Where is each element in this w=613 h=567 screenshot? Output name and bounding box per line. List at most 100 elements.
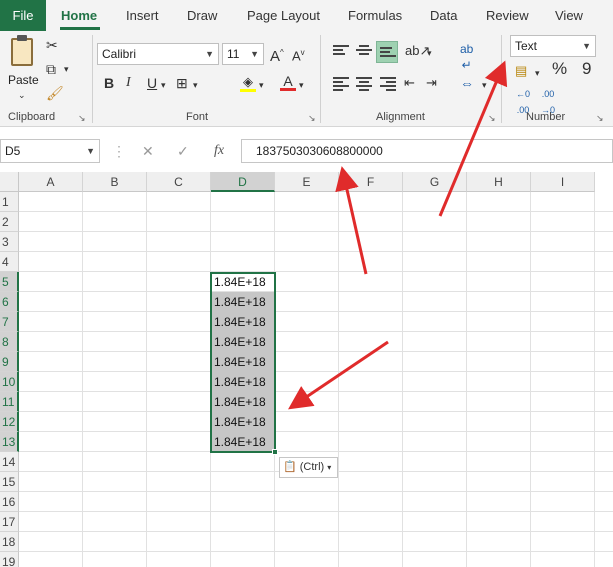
row-header-1[interactable]: 1 <box>0 192 19 212</box>
decrease-indent-icon[interactable]: ⇤ <box>404 75 415 91</box>
font-launcher-icon[interactable]: ↘ <box>308 113 316 124</box>
middle-align-icon[interactable] <box>356 45 372 59</box>
font-color-icon[interactable]: A <box>280 73 296 91</box>
formula-input[interactable]: 1837503030608800000 <box>241 139 613 163</box>
align-center-icon[interactable] <box>356 77 372 91</box>
borders-dropdown-icon[interactable]: ▾ <box>193 77 198 93</box>
column-header-f[interactable]: F <box>339 172 403 192</box>
row-header-3[interactable]: 3 <box>0 232 19 252</box>
number-format-value: Text <box>515 39 538 53</box>
cell-d6[interactable]: 1.84E+18 <box>211 292 275 312</box>
font-size-value: 11 <box>227 47 240 61</box>
row-header-19[interactable]: 19 <box>0 552 19 567</box>
paste-options-button[interactable]: 📋 (Ctrl) ▾ <box>279 457 338 478</box>
column-header-d[interactable]: D <box>211 172 275 192</box>
italic-button[interactable]: I <box>126 75 131 91</box>
row-header-12[interactable]: 12 <box>0 412 19 432</box>
increase-indent-icon[interactable]: ⇥ <box>426 75 437 91</box>
bold-button[interactable]: B <box>104 75 114 91</box>
worksheet-grid[interactable]: ABCDEFGHI 1 2 3 4 5 6 7 8 9 10 11 12 13 14 15 16 17 18 19 … <box>0 172 613 567</box>
wrap-text-icon[interactable]: ab ↵ <box>460 41 473 73</box>
cell-d12[interactable]: 1.84E+18 <box>211 412 275 432</box>
paste-dropdown-icon[interactable]: ⌄ <box>18 87 26 103</box>
insert-function-button[interactable]: fx <box>214 139 224 163</box>
merge-dropdown-icon[interactable]: ▾ <box>482 77 487 93</box>
row-header-14[interactable]: 14 <box>0 452 19 472</box>
font-color-dropdown-icon[interactable]: ▾ <box>299 77 304 93</box>
ribbon-tab-bar: File Home Insert Draw Page Layout Formul… <box>0 0 613 31</box>
align-left-icon[interactable] <box>333 77 349 91</box>
column-header-h[interactable]: H <box>467 172 531 192</box>
fill-color-icon[interactable]: ◈ <box>240 73 256 92</box>
row-header-10[interactable]: 10 <box>0 372 19 392</box>
orientation-dropdown-icon[interactable]: ▾ <box>427 45 432 61</box>
tab-file[interactable]: File <box>0 0 46 31</box>
cell-d7[interactable]: 1.84E+18 <box>211 312 275 332</box>
cut-icon[interactable]: ✂ <box>46 37 58 53</box>
cancel-icon[interactable]: ✕ <box>142 139 154 163</box>
paste-button[interactable]: Paste ⌄ <box>6 35 40 101</box>
cell-d10[interactable]: 1.84E+18 <box>211 372 275 392</box>
grow-font-icon[interactable]: A^ <box>270 45 284 65</box>
merge-center-icon[interactable]: ⇔ <box>460 75 474 91</box>
row-header-16[interactable]: 16 <box>0 492 19 512</box>
column-header-i[interactable]: I <box>531 172 595 192</box>
tab-view[interactable]: View <box>555 0 583 31</box>
row-header-13[interactable]: 13 <box>0 432 19 452</box>
underline-button[interactable]: U <box>147 75 157 91</box>
name-box[interactable]: D5 ▼ <box>0 139 100 163</box>
tab-page-layout[interactable]: Page Layout <box>247 0 320 31</box>
copy-icon[interactable]: ⧉ <box>46 61 56 77</box>
comma-style-button[interactable]: 9 <box>582 60 591 77</box>
font-size-dropdown[interactable]: 11 ▼ <box>222 43 264 65</box>
fill-handle[interactable] <box>272 449 278 455</box>
align-right-icon[interactable] <box>380 77 396 91</box>
gridline <box>19 271 613 272</box>
shrink-font-icon[interactable]: Av <box>292 45 305 64</box>
column-header-b[interactable]: B <box>83 172 147 192</box>
top-align-icon[interactable] <box>333 45 349 59</box>
cell-d9[interactable]: 1.84E+18 <box>211 352 275 372</box>
row-header-15[interactable]: 15 <box>0 472 19 492</box>
tab-review[interactable]: Review <box>486 0 529 31</box>
enter-icon[interactable]: ✓ <box>177 139 189 163</box>
row-header-11[interactable]: 11 <box>0 392 19 412</box>
row-header-18[interactable]: 18 <box>0 532 19 552</box>
underline-dropdown-icon[interactable]: ▾ <box>161 77 166 93</box>
font-name-dropdown[interactable]: Calibri ▼ <box>97 43 219 65</box>
alignment-launcher-icon[interactable]: ↘ <box>488 113 496 124</box>
percent-style-button[interactable]: % <box>552 60 567 77</box>
column-header-a[interactable]: A <box>19 172 83 192</box>
column-header-g[interactable]: G <box>403 172 467 192</box>
row-header-5[interactable]: 5 <box>0 272 19 292</box>
cell-d8[interactable]: 1.84E+18 <box>211 332 275 352</box>
row-header-8[interactable]: 8 <box>0 332 19 352</box>
tab-insert[interactable]: Insert <box>126 0 159 31</box>
fill-color-dropdown-icon[interactable]: ▾ <box>259 77 264 93</box>
clipboard-launcher-icon[interactable]: ↘ <box>78 113 86 124</box>
bottom-align-button[interactable] <box>376 41 398 63</box>
cell-d13[interactable]: 1.84E+18 <box>211 432 275 452</box>
row-header-2[interactable]: 2 <box>0 212 19 232</box>
accounting-format-icon[interactable]: ▤ <box>515 63 527 79</box>
borders-icon[interactable]: ⊞ <box>176 75 188 91</box>
column-header-e[interactable]: E <box>275 172 339 192</box>
cell-d5[interactable]: 1.84E+18 <box>211 272 275 292</box>
accounting-dropdown-icon[interactable]: ▾ <box>535 65 540 81</box>
row-header-17[interactable]: 17 <box>0 512 19 532</box>
paste-label: Paste <box>8 73 39 87</box>
column-header-c[interactable]: C <box>147 172 211 192</box>
tab-draw[interactable]: Draw <box>187 0 217 31</box>
row-header-4[interactable]: 4 <box>0 252 19 272</box>
tab-data[interactable]: Data <box>430 0 457 31</box>
row-header-9[interactable]: 9 <box>0 352 19 372</box>
format-painter-icon[interactable]: 🖌 <box>46 85 64 101</box>
cell-d11[interactable]: 1.84E+18 <box>211 392 275 412</box>
select-all-corner[interactable] <box>0 172 19 192</box>
number-format-dropdown[interactable]: Text ▼ <box>510 35 596 57</box>
row-header-7[interactable]: 7 <box>0 312 19 332</box>
copy-dropdown-icon[interactable]: ▾ <box>64 61 69 77</box>
tab-formulas[interactable]: Formulas <box>348 0 402 31</box>
number-launcher-icon[interactable]: ↘ <box>596 113 604 124</box>
row-header-6[interactable]: 6 <box>0 292 19 312</box>
